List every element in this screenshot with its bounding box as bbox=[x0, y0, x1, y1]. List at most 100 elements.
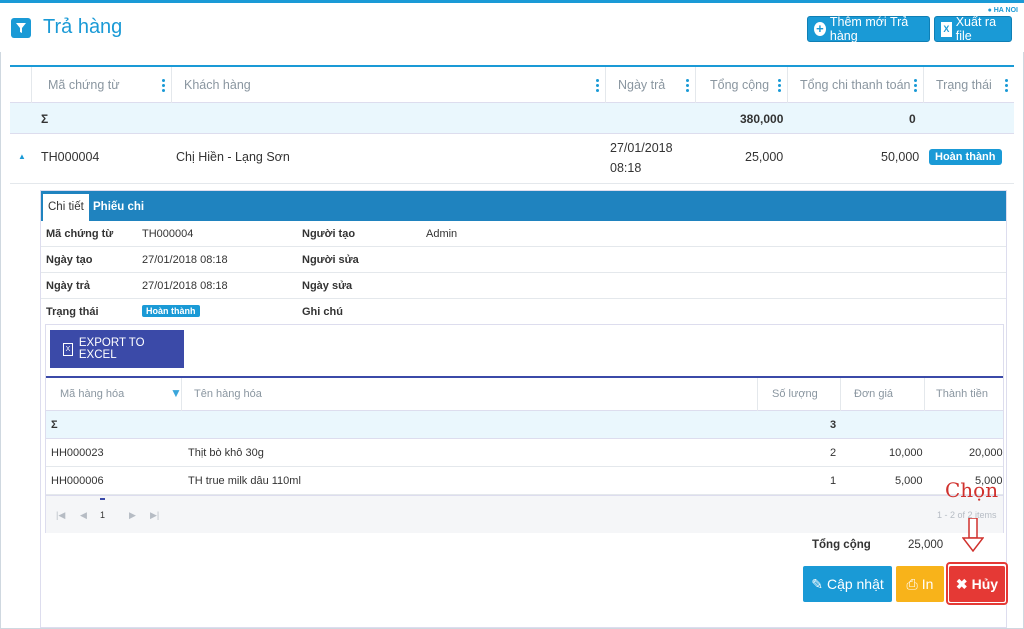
excel-icon: X bbox=[941, 21, 952, 37]
callout-text: Chọn bbox=[945, 478, 999, 502]
items-sum-symbol: Σ bbox=[51, 419, 58, 431]
info-row: Mã chứng từ TH000004 Người tạo Admin bbox=[41, 221, 1006, 247]
detail-tabs: Chi tiết Phiếu chi bbox=[41, 191, 1006, 221]
column-total[interactable]: Tổng cộng bbox=[696, 67, 788, 104]
grid-header: Mã chứng từ Khách hàng Ngày trả Tổng cộn… bbox=[10, 65, 1014, 104]
item-qty: 2 bbox=[830, 447, 837, 459]
items-col-name[interactable]: Tên hàng hóa bbox=[194, 388, 262, 400]
table-row[interactable]: ▲ TH000004 Chị Hiền - Lạng Sơn 27/01/201… bbox=[10, 134, 1014, 184]
info-row: Ngày tạo 27/01/2018 08:18 Người sửa bbox=[41, 247, 1006, 273]
column-status-label: Trạng thái bbox=[936, 78, 992, 92]
row-customer: Chị Hiền - Lạng Sơn bbox=[176, 150, 290, 164]
page-title: Trả hàng bbox=[43, 16, 123, 38]
item-name: Thịt bò khô 30g bbox=[188, 447, 264, 459]
return-date-label: Ngày trả bbox=[46, 280, 91, 292]
item-price: 10,000 bbox=[889, 447, 923, 459]
row-total: 25,000 bbox=[745, 150, 784, 164]
location-label: ● HA NOI bbox=[987, 7, 1018, 14]
add-return-label: Thêm mới Trả hàng bbox=[829, 15, 909, 43]
sum-paid: 0 bbox=[909, 112, 916, 126]
pager: |◀ ◀ 1 ▶ ▶| 1 - 2 of 2 items bbox=[46, 495, 1003, 533]
column-customer[interactable]: Khách hàng bbox=[172, 67, 606, 104]
editor-label: Người sửa bbox=[302, 254, 359, 266]
detail-info: Mã chứng từ TH000004 Người tạo Admin Ngà… bbox=[41, 221, 1006, 325]
item-code: HH000006 bbox=[51, 475, 104, 487]
column-menu-icon[interactable] bbox=[686, 79, 689, 94]
next-page-icon[interactable]: ▶ bbox=[129, 510, 136, 521]
update-button[interactable]: ✎ Cập nhật bbox=[803, 566, 892, 602]
column-paid-label: Tổng chi thanh toán bbox=[800, 78, 911, 92]
top-bar: Trả hàng ● HA NOI + Thêm mới Trả hàng X … bbox=[0, 0, 1024, 52]
column-total-label: Tổng cộng bbox=[710, 78, 770, 92]
status-badge: Hoàn thành bbox=[929, 149, 1002, 165]
prev-page-icon[interactable]: ◀ bbox=[80, 510, 87, 521]
status-label: Trạng thái bbox=[46, 306, 99, 318]
items-col-code[interactable]: Mã hàng hóa bbox=[60, 388, 124, 400]
column-code[interactable]: Mã chứng từ bbox=[32, 67, 172, 104]
info-row: Ngày trả 27/01/2018 08:18 Ngày sửa bbox=[41, 273, 1006, 299]
column-return-date[interactable]: Ngày trả bbox=[606, 67, 696, 104]
item-price: 5,000 bbox=[895, 475, 923, 487]
created-value: 27/01/2018 08:18 bbox=[142, 254, 228, 266]
last-page-icon[interactable]: ▶| bbox=[150, 510, 159, 521]
item-code: HH000023 bbox=[51, 447, 104, 459]
row-time: 08:18 bbox=[610, 161, 642, 175]
column-menu-icon[interactable] bbox=[914, 79, 917, 94]
column-code-label: Mã chứng từ bbox=[48, 78, 120, 92]
first-page-icon[interactable]: |◀ bbox=[56, 510, 65, 521]
column-menu-icon[interactable] bbox=[1005, 79, 1008, 94]
tab-payment-receipt[interactable]: Phiếu chi bbox=[88, 194, 149, 221]
edited-label: Ngày sửa bbox=[302, 280, 353, 292]
item-qty: 1 bbox=[830, 475, 837, 487]
print-button[interactable]: ⎙ In bbox=[896, 566, 944, 602]
expand-column bbox=[10, 67, 32, 104]
column-return-date-label: Ngày trả bbox=[618, 78, 666, 92]
code-label: Mã chứng từ bbox=[46, 228, 114, 240]
row-paid: 50,000 bbox=[881, 150, 920, 164]
column-paid[interactable]: Tổng chi thanh toán bbox=[788, 67, 924, 104]
note-label: Ghi chú bbox=[302, 306, 343, 318]
column-menu-icon[interactable] bbox=[596, 79, 599, 94]
list-item[interactable]: HH000023 Thịt bò khô 30g 2 10,000 20,000 bbox=[46, 439, 1003, 467]
collapse-icon[interactable]: ▲ bbox=[18, 152, 26, 161]
status-badge-small: Hoàn thành bbox=[142, 305, 200, 317]
creator-value: Admin bbox=[426, 228, 458, 240]
highlight-frame bbox=[946, 562, 1008, 605]
info-row: Trạng thái Hoàn thành Ghi chú bbox=[41, 299, 1006, 325]
tab-detail[interactable]: Chi tiết bbox=[43, 194, 89, 221]
plus-circle-icon: + bbox=[814, 22, 826, 36]
column-menu-icon[interactable] bbox=[778, 79, 781, 94]
row-code: TH000004 bbox=[41, 150, 100, 164]
return-date-value: 27/01/2018 08:18 bbox=[142, 280, 228, 292]
column-menu-icon[interactable] bbox=[162, 79, 165, 94]
items-summary-row: Σ 3 bbox=[46, 411, 1003, 439]
items-sum-qty: 3 bbox=[830, 419, 837, 431]
export-excel-label: EXPORT TO EXCEL bbox=[78, 337, 145, 361]
update-label: Cập nhật bbox=[826, 576, 884, 592]
filter-toggle-icon[interactable] bbox=[11, 18, 31, 38]
detail-panel: Chi tiết Phiếu chi Mã chứng từ TH000004 … bbox=[40, 190, 1008, 628]
row-date: 27/01/2018 bbox=[610, 141, 673, 155]
add-return-button[interactable]: + Thêm mới Trả hàng bbox=[807, 15, 930, 43]
created-label: Ngày tạo bbox=[46, 254, 93, 266]
grid-summary-row: Σ 380,000 0 bbox=[10, 103, 1014, 134]
returns-grid: Mã chứng từ Khách hàng Ngày trả Tổng cộn… bbox=[10, 65, 1014, 184]
edit-icon: ✎ bbox=[811, 575, 823, 592]
items-col-qty[interactable]: Số lượng bbox=[772, 388, 818, 400]
items-panel: X EXPORT TO EXCEL Mã hàng hóa ▼ Tên hàng… bbox=[45, 324, 1004, 533]
creator-label: Người tạo bbox=[302, 228, 356, 240]
export-file-label: Xuất ra file bbox=[955, 15, 997, 43]
column-customer-label: Khách hàng bbox=[184, 78, 251, 92]
sum-total: 380,000 bbox=[740, 112, 784, 126]
current-page[interactable]: 1 bbox=[100, 498, 106, 520]
total-value: 25,000 bbox=[908, 539, 944, 551]
item-name: TH true milk dâu 110ml bbox=[188, 475, 301, 487]
list-item[interactable]: HH000006 TH true milk dâu 110ml 1 5,000 … bbox=[46, 467, 1003, 495]
print-label: In bbox=[921, 576, 934, 592]
code-value: TH000004 bbox=[142, 228, 194, 240]
export-file-button[interactable]: X Xuất ra file bbox=[934, 15, 1012, 43]
items-col-price[interactable]: Đơn giá bbox=[854, 388, 893, 400]
export-excel-button[interactable]: X EXPORT TO EXCEL bbox=[50, 330, 184, 368]
items-col-amount[interactable]: Thành tiền bbox=[936, 388, 988, 400]
column-status[interactable]: Trạng thái bbox=[924, 67, 1014, 104]
